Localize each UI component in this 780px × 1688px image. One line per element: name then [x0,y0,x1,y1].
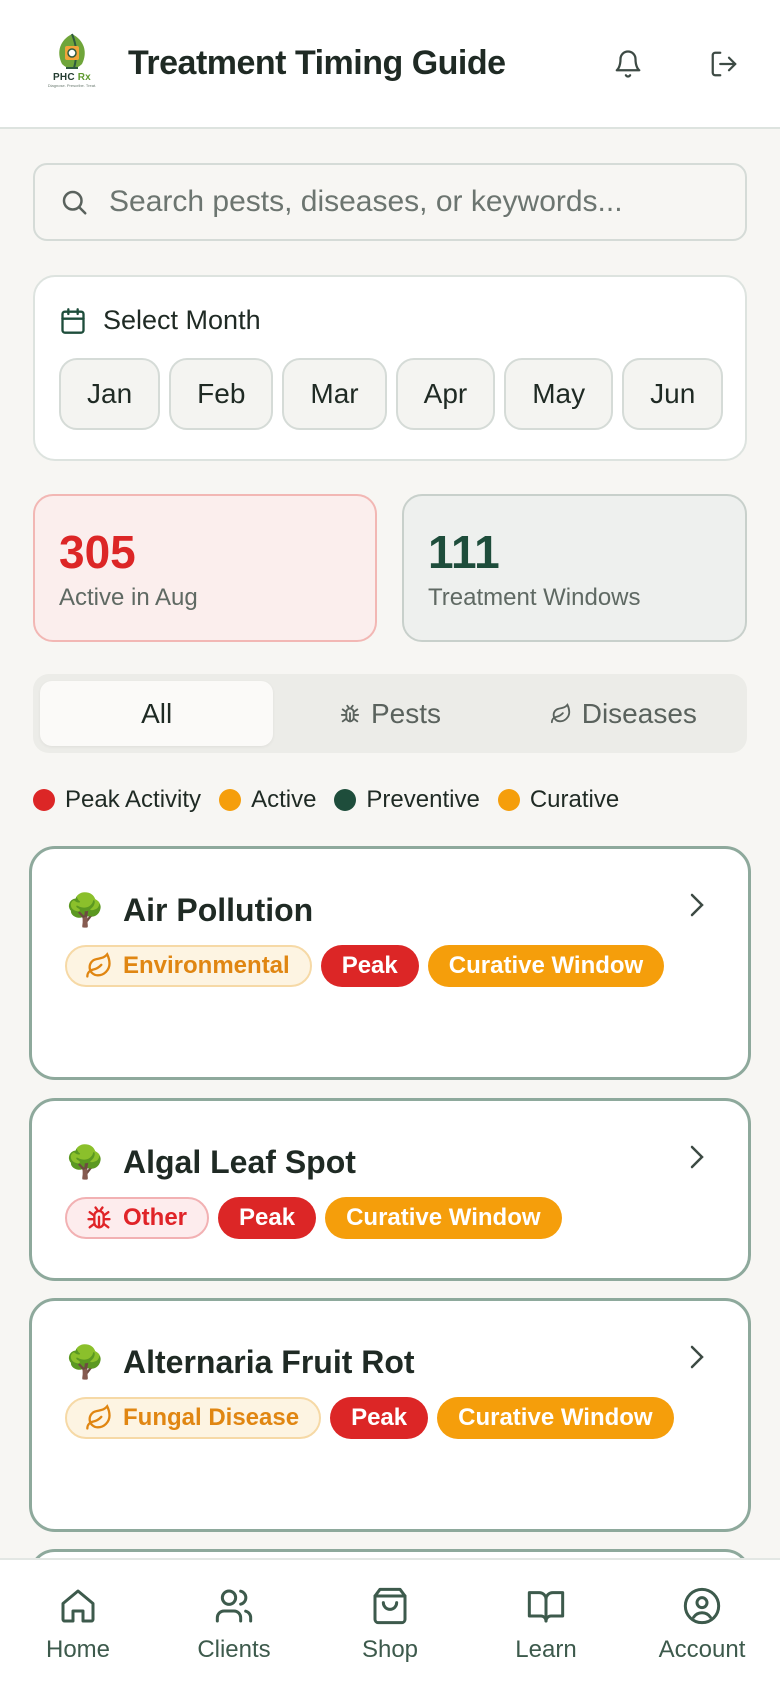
tab-pests[interactable]: Pests [273,681,506,746]
leaf-logo-icon [59,33,85,69]
list-item[interactable]: 🌳 Algal Leaf Spot Other Peak Curative Wi… [29,1098,751,1281]
home-icon [61,1589,95,1623]
tree-icon: 🌳 [65,892,105,928]
chevron-right-icon [690,1345,704,1369]
month-pill-feb[interactable]: Feb [169,358,274,430]
bug-icon [340,704,360,722]
item-title: Alternaria Fruit Rot [123,1343,415,1380]
list-item[interactable]: 🌳 Alternaria Fruit Rot Fungal Disease Pe… [29,1298,751,1532]
month-selector: Select Month Jan Feb Mar Apr May Jun [33,275,747,461]
month-pill-jun[interactable]: Jun [622,358,724,430]
bug-icon [87,1206,111,1229]
calendar-icon [61,307,85,334]
bottom-navigation: Home Clients Shop Learn Account [0,1558,780,1688]
tab-diseases[interactable]: Diseases [507,681,740,746]
tab-all[interactable]: All [40,681,274,746]
shopping-bag-icon [373,1587,407,1625]
category-badge: Environmental [65,945,312,987]
search-input[interactable] [109,185,709,219]
peak-badge: Peak [218,1197,317,1239]
month-pill-mar[interactable]: Mar [282,358,387,430]
tree-icon: 🌳 [65,1144,105,1180]
stat-treatment-windows: 111 Treatment Windows [402,494,747,642]
account-icon [683,1587,721,1625]
bell-icon [615,49,641,78]
users-icon [215,1589,253,1623]
leaf-icon [550,702,570,723]
category-badge: Other [65,1197,210,1239]
legend-active: Active [219,786,316,814]
chevron-right-icon [690,1145,704,1169]
filter-tabs: All Pests Diseases [33,674,747,753]
category-badge: Fungal Disease [65,1397,322,1439]
month-pill-apr[interactable]: Apr [395,358,496,430]
item-title: Algal Leaf Spot [123,1143,356,1180]
book-icon [527,1591,565,1623]
window-badge: Curative Window [427,945,665,987]
app-logo: PHC Rx Diagnose. Prescribe. Treat. [44,32,100,96]
window-badge: Curative Window [437,1397,674,1439]
nav-home[interactable]: Home [0,1560,156,1688]
item-title: Air Pollution [123,891,314,928]
stat-active-count: 305 Active in Aug [33,494,377,642]
month-selector-label: Select Month [103,305,261,335]
nav-clients[interactable]: Clients [156,1560,312,1688]
legend-peak: Peak Activity [33,786,201,814]
logout-icon [711,51,737,76]
legend-preventive: Preventive [334,786,480,814]
nav-account[interactable]: Account [624,1560,780,1688]
month-list: Jan Feb Mar Apr May Jun [59,358,725,430]
leaf-icon [86,952,111,978]
leaf-icon [86,1404,111,1430]
chevron-right-icon [690,893,704,917]
logout-button[interactable] [700,40,748,88]
notifications-button[interactable] [604,40,652,88]
nav-shop[interactable]: Shop [312,1560,468,1688]
list-item[interactable]: 🌳 Air Pollution Environmental Peak Curat… [29,846,751,1080]
peak-badge: Peak [330,1397,429,1439]
month-pill-jan[interactable]: Jan [59,358,161,430]
month-pill-may[interactable]: May [504,358,614,430]
page-title: Treatment Timing Guide [128,44,506,82]
status-legend: Peak Activity Active Preventive Curative [33,786,637,814]
legend-curative: Curative [497,786,619,814]
peak-badge: Peak [320,945,419,987]
search-bar[interactable] [33,163,747,241]
tree-icon: 🌳 [65,1344,105,1380]
window-badge: Curative Window [325,1197,562,1239]
app-header: PHC Rx Diagnose. Prescribe. Treat. Treat… [0,0,780,129]
search-icon [62,190,87,215]
nav-learn[interactable]: Learn [468,1560,624,1688]
